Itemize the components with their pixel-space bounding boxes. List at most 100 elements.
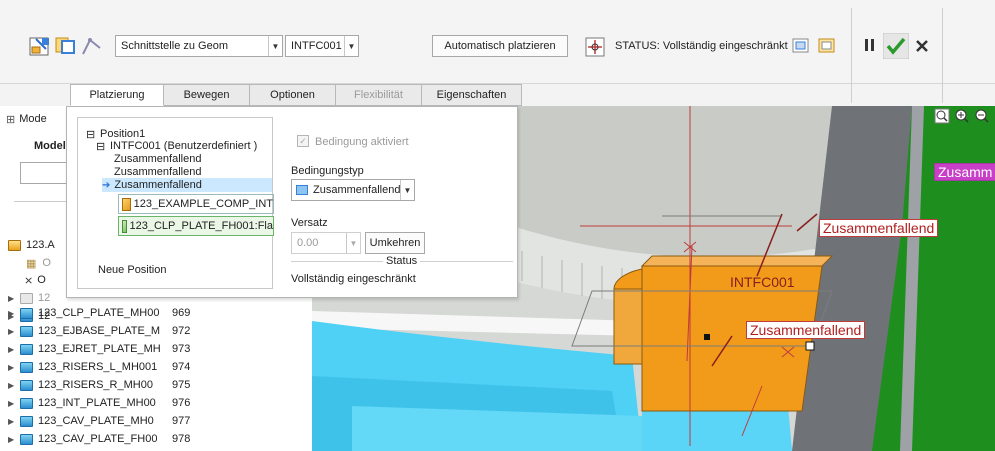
datum-plane-icon: ▦ <box>26 257 37 270</box>
reference-field-component[interactable]: 123_EXAMPLE_COMP_INT <box>118 194 274 214</box>
constraint-type-label: Bedingungstyp <box>291 165 364 177</box>
tab-options[interactable]: Optionen <box>250 84 336 106</box>
interface-name-value: INTFC001 <box>291 40 342 52</box>
interface-name-select[interactable]: INTFC001 ▼ <box>285 35 359 57</box>
coincident-icon <box>296 185 308 195</box>
expand-triangle-icon[interactable]: ▶ <box>8 294 18 303</box>
interface-node[interactable]: INTFC001 (Benutzerdefiniert ) <box>110 140 257 152</box>
reference-text: 123_EXAMPLE_COMP_INT <box>133 198 273 210</box>
tree-row-name: 123_CAV_PLATE_MH0 <box>38 415 154 427</box>
chevron-down-icon: ▼ <box>400 180 414 200</box>
chevron-down-icon: ▼ <box>344 36 358 56</box>
part-icon <box>20 361 33 373</box>
tree-row-part[interactable]: ▶ 123_INT_PLATE_MH00 976 <box>8 394 190 412</box>
status-heading: Status <box>383 255 421 267</box>
tree-row-part[interactable]: ▶ 123_EJBASE_PLATE_M 972 <box>8 322 190 340</box>
expand-triangle-icon[interactable]: ▶ <box>8 309 18 318</box>
status-text: STATUS: Vollständig eingeschränkt <box>615 40 788 52</box>
tree-row-part[interactable]: ▶ 123_EJRET_PLATE_MH 973 <box>8 340 190 358</box>
auto-place-button[interactable]: Automatisch platzieren <box>432 35 568 57</box>
part-icon <box>20 343 33 355</box>
tree-row-label: O <box>42 257 51 269</box>
offset-label: Versatz <box>291 217 328 229</box>
tree-row-number: 973 <box>172 343 191 355</box>
tree-row-number: 969 <box>172 307 191 319</box>
tab-flexibility: Flexibilität <box>336 84 422 106</box>
tree-row-name: 123_EJBASE_PLATE_M <box>38 325 161 337</box>
constraint-type-value: Zusammenfallend <box>313 184 400 196</box>
tree-row-part[interactable]: ▶ 123_CLP_PLATE_MH00 969 <box>8 304 190 322</box>
tree-row-label: 123.A <box>26 239 55 251</box>
tab-move[interactable]: Bewegen <box>164 84 250 106</box>
tree-row-part[interactable]: ▶ 123_RISERS_R_MH00 975 <box>8 376 190 394</box>
collapse-toggle-icon[interactable]: ⊟ <box>96 140 105 153</box>
tree-row-csys[interactable]: ⨯ O <box>24 271 46 289</box>
pause-icon[interactable] <box>863 36 879 54</box>
tree-row-part[interactable]: ▶ 123_RISERS_L_MH001 974 <box>8 358 190 376</box>
reverse-button[interactable]: Umkehren <box>365 232 425 254</box>
confirm-check-icon[interactable] <box>882 32 910 60</box>
expand-triangle-icon[interactable]: ▶ <box>8 417 18 426</box>
placement-user-defined-icon[interactable] <box>28 35 52 59</box>
dashboard-tabs: Platzierung Bewegen Optionen Flexibilitä… <box>70 84 522 106</box>
offset-value: 0.00 <box>297 237 319 249</box>
zoom-in-icon[interactable] <box>954 108 970 124</box>
expand-triangle-icon[interactable]: ▶ <box>8 381 18 390</box>
collapse-toggle-icon[interactable]: ⊟ <box>86 128 95 141</box>
tree-row-name: 123_CLP_PLATE_MH00 <box>38 307 160 319</box>
constraint-node-selected[interactable]: ➔ Zusammenfallend <box>102 178 272 192</box>
mechanism-connection-icon[interactable] <box>80 34 104 58</box>
new-position-link[interactable]: Neue Position <box>98 264 167 276</box>
part-icon <box>20 433 33 445</box>
expand-triangle-icon[interactable]: ▶ <box>8 345 18 354</box>
cancel-close-icon[interactable] <box>914 38 930 54</box>
separate-window-icon[interactable] <box>791 36 811 56</box>
position-node[interactable]: Position1 <box>100 128 145 140</box>
tab-properties[interactable]: Eigenschaften <box>422 84 522 106</box>
tree-root-assembly[interactable]: 123.A <box>6 236 55 254</box>
drag-component-icon[interactable] <box>583 35 607 59</box>
part-icon <box>20 415 33 427</box>
constraint-tree: ⊟ Position1 ⊟ INTFC001 (Benutzerdefinier… <box>77 117 274 289</box>
toolbar-divider <box>942 8 943 103</box>
tree-row-part[interactable]: ▶ 123_CAV_PLATE_FH00 978 <box>8 430 190 448</box>
tree-row-number: 978 <box>172 433 191 445</box>
offset-input[interactable]: 0.00 ▼ <box>291 232 361 254</box>
constraint-enabled-label: Bedingung aktiviert <box>315 136 409 148</box>
tree-row-name: 123_INT_PLATE_MH00 <box>38 397 156 409</box>
component-window-icon[interactable] <box>54 34 78 58</box>
constraint-type-select[interactable]: Zusammenfallend ▼ <box>291 179 415 201</box>
constraint-label-coincident[interactable]: Zusammenfallend <box>746 321 866 339</box>
part-icon <box>20 325 33 337</box>
interface-type-select[interactable]: Schnittstelle zu Geom ▼ <box>115 35 283 57</box>
part-icon <box>20 379 33 391</box>
tree-row-number: 976 <box>172 397 191 409</box>
expand-triangle-icon[interactable]: ▶ <box>8 399 18 408</box>
reference-field-assembly[interactable]: 123_CLP_PLATE_FH001:Fla <box>118 216 274 236</box>
arrow-right-icon: ➔ <box>102 179 111 191</box>
checkbox-icon[interactable]: ✓ <box>297 135 309 147</box>
constraint-node[interactable]: Zusammenfallend <box>114 166 201 178</box>
expand-triangle-icon[interactable]: ▶ <box>8 327 18 336</box>
toolbar-divider <box>851 8 852 103</box>
assembly-window-icon[interactable] <box>817 36 837 56</box>
model-tree-icon: ⊞ <box>6 113 16 126</box>
expand-triangle-icon[interactable]: ▶ <box>8 363 18 372</box>
constraint-label-coincident[interactable]: Zusamm <box>934 163 995 181</box>
tree-row-name: 123_RISERS_R_MH00 <box>38 379 153 391</box>
tab-placement[interactable]: Platzierung <box>70 84 164 106</box>
interface-label[interactable]: INTFC001 <box>730 274 795 290</box>
constraint-node[interactable]: Zusammenfallend <box>114 153 201 165</box>
part-icon <box>20 292 33 304</box>
zoom-out-icon[interactable] <box>974 108 990 124</box>
constraint-label-coincident[interactable]: Zusammenfallend <box>819 219 939 237</box>
tree-row-number: 972 <box>172 325 191 337</box>
assembly-icon <box>8 239 21 251</box>
expand-triangle-icon[interactable]: ▶ <box>8 435 18 444</box>
tree-row-label: 12 <box>38 292 51 304</box>
tree-row-datum[interactable]: ▦ O <box>26 254 51 272</box>
model-tree-subtitle-text: Model <box>34 140 66 152</box>
zoom-fit-icon[interactable] <box>934 108 950 124</box>
model-tree-title: Mode <box>19 113 47 125</box>
tree-row-part[interactable]: ▶ 123_CAV_PLATE_MH0 977 <box>8 412 190 430</box>
